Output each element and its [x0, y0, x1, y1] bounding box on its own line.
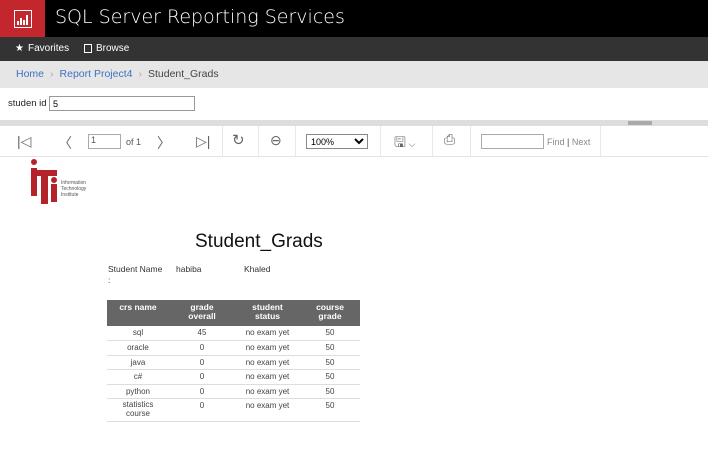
table-cell: 50 — [300, 384, 360, 399]
column-header-text: overall — [188, 311, 216, 321]
table-cell: no exam yet — [235, 355, 300, 370]
column-header: crs name — [107, 300, 169, 326]
star-icon: ★ — [15, 43, 24, 54]
table-cell: 50 — [300, 340, 360, 356]
next-link[interactable]: Next — [572, 137, 591, 147]
iti-logo: Information Technology Institute — [29, 158, 86, 206]
breadcrumb-project[interactable]: Report Project4 — [60, 68, 133, 88]
table-cell: python — [107, 384, 169, 399]
table-cell: 0 — [169, 340, 235, 356]
refresh-icon[interactable]: ↻ — [232, 131, 245, 149]
app-title: SQL Server Reporting Services — [55, 6, 345, 28]
column-header: student status — [235, 300, 300, 326]
report-toolbar: |◁ 〈 1 of 1 〉 ▷| ↻ ⊖ 100% 🖫 ⌵ ⎙ Find | N… — [0, 126, 708, 157]
breadcrumb-home[interactable]: Home — [16, 68, 44, 88]
divider — [470, 126, 471, 157]
last-page-icon[interactable]: ▷| — [196, 133, 210, 150]
back-icon[interactable]: ⊖ — [270, 132, 282, 149]
student-name-label: Student Name — [108, 264, 163, 274]
table-row: java 0 no exam yet 50 — [107, 355, 360, 370]
next-page-icon[interactable]: 〉 — [157, 133, 171, 153]
divider — [600, 126, 601, 157]
table-cell: sql — [107, 326, 169, 341]
breadcrumb-current: Student_Grads — [147, 68, 219, 80]
table-cell: no exam yet — [235, 340, 300, 356]
table-cell: c# — [107, 369, 169, 385]
column-header-text: grade — [318, 311, 342, 321]
table-cell: java — [107, 355, 169, 370]
column-header-text: crs name — [119, 302, 157, 312]
table-cell: statistics course — [107, 398, 169, 422]
breadcrumb-separator: › — [50, 68, 54, 80]
table-cell: no exam yet — [235, 326, 300, 341]
student-last-name: Khaled — [244, 264, 271, 274]
table-cell: 0 — [169, 369, 235, 385]
page-number-input[interactable]: 1 — [88, 134, 121, 149]
table-row: python 0 no exam yet 50 — [107, 384, 360, 399]
table-row: oracle 0 no exam yet 50 — [107, 340, 360, 356]
student-id-label: studen id — [8, 98, 47, 109]
collapse-handle[interactable] — [628, 121, 652, 125]
column-header: course grade — [300, 300, 360, 326]
zoom-select[interactable]: 100% — [306, 134, 368, 149]
page-count: of 1 — [126, 137, 142, 147]
grades-table: crs name grade overall student status course g… — [107, 300, 360, 422]
table-row: statistics course 0 no exam yet 50 — [107, 398, 360, 422]
find-separator: | — [567, 137, 570, 147]
folder-icon — [84, 44, 92, 53]
table-cell: no exam yet — [235, 369, 300, 385]
previous-page-icon[interactable]: 〈 — [58, 133, 72, 153]
table-cell: 0 — [169, 384, 235, 399]
table-cell: 50 — [300, 398, 360, 422]
table-cell: oracle — [107, 340, 169, 356]
divider — [432, 126, 433, 157]
browse-label: Browse — [96, 43, 130, 54]
table-cell: no exam yet — [235, 384, 300, 399]
table-cell: 50 — [300, 369, 360, 385]
favorites-label: Favorites — [27, 43, 70, 54]
column-header-text: status — [254, 311, 281, 321]
table-cell: 0 — [169, 398, 235, 422]
print-icon[interactable]: ⎙ — [444, 131, 455, 148]
nav-favorites[interactable]: ★ Favorites — [15, 43, 69, 54]
report-title: Student_Grads — [195, 231, 323, 252]
table-row: sql 45 no exam yet 50 — [107, 326, 360, 341]
save-export-icon[interactable]: 🖫 ⌵ — [394, 132, 415, 156]
student-name-colon: : — [108, 275, 111, 285]
divider — [295, 126, 296, 157]
table-cell: 0 — [169, 355, 235, 370]
student-first-name: habiba — [176, 264, 202, 274]
student-id-input[interactable] — [49, 96, 195, 111]
table-cell: 50 — [300, 326, 360, 341]
parameters-panel: studen id — [0, 88, 708, 120]
table-row: c# 0 no exam yet 50 — [107, 369, 360, 385]
find-input[interactable] — [481, 134, 544, 149]
breadcrumb: Home › Report Project4 › Student_Grads — [0, 61, 708, 88]
ssrs-logo-icon[interactable] — [0, 0, 45, 37]
first-page-icon[interactable]: |◁ — [17, 133, 31, 150]
nav-bar: ★ Favorites Browse — [0, 37, 708, 61]
iti-logo-icon — [31, 159, 57, 204]
nav-browse[interactable]: Browse — [84, 43, 129, 54]
table-cell: 45 — [169, 326, 235, 341]
column-header: grade overall — [169, 300, 235, 326]
divider — [380, 126, 381, 157]
table-cell: no exam yet — [235, 398, 300, 422]
logo-text: Institute — [61, 192, 79, 198]
table-cell: 50 — [300, 355, 360, 370]
divider — [222, 126, 223, 157]
breadcrumb-separator: › — [138, 68, 142, 80]
divider — [258, 126, 259, 157]
find-link[interactable]: Find — [547, 137, 565, 147]
